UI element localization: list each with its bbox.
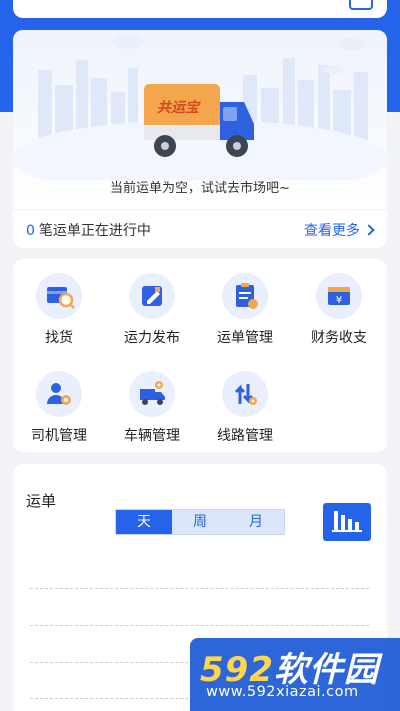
top-search-card <box>13 0 387 18</box>
chevron-right-icon <box>363 224 375 236</box>
empty-message: 当前运单为空，试试去市场吧~ <box>110 181 290 196</box>
view-more-link[interactable]: 查看更多 <box>304 220 375 240</box>
city-truck-illustration <box>13 35 387 196</box>
scan-icon[interactable] <box>349 0 373 10</box>
chart-toggle-button[interactable] <box>323 503 371 541</box>
period-tab-month[interactable]: 月 <box>228 510 284 534</box>
menu-label: 运单管理 <box>217 330 273 346</box>
menu-item-capacity-publish[interactable]: 运力发布 <box>106 259 198 346</box>
ongoing-row: 0 笔运单正在进行中 查看更多 <box>13 210 387 248</box>
svg-text:¥: ¥ <box>336 295 342 306</box>
watermark-url: www.592xiazai.com <box>206 684 359 700</box>
function-menu: 找货 运力发布 运单管理 ¥ 财务收支 司机管理 车辆管理 线路管理 <box>13 259 387 452</box>
truck-brand-logo: 共运宝 <box>157 100 199 116</box>
edit-icon <box>129 273 175 319</box>
menu-label: 运力发布 <box>124 330 180 346</box>
clipboard-icon <box>222 273 268 319</box>
truck-gear-icon <box>129 371 175 417</box>
watermark-logo: 592软件园 www.592xiazai.com <box>190 638 400 711</box>
menu-item-route-manage[interactable]: 线路管理 <box>199 357 291 444</box>
menu-item-find-goods[interactable]: 找货 <box>13 259 105 346</box>
period-segmented-control: 天 周 月 <box>115 509 285 535</box>
wallet-yen-icon: ¥ <box>316 273 362 319</box>
menu-item-waybill-manage[interactable]: 运单管理 <box>199 259 291 346</box>
menu-label: 找货 <box>45 330 73 346</box>
ongoing-count-number: 0 <box>26 223 35 239</box>
menu-item-driver-manage[interactable]: 司机管理 <box>13 357 105 444</box>
driver-gear-icon <box>36 371 82 417</box>
period-tab-week[interactable]: 周 <box>172 510 228 534</box>
menu-label: 线路管理 <box>217 428 273 444</box>
ongoing-count-label: 笔运单正在进行中 <box>38 223 151 239</box>
period-tab-day[interactable]: 天 <box>116 510 172 534</box>
menu-label: 车辆管理 <box>124 428 180 444</box>
menu-label: 司机管理 <box>31 428 87 444</box>
bar-chart-icon <box>332 511 362 532</box>
stats-title: 运单 <box>26 492 57 510</box>
view-more-label: 查看更多 <box>304 223 360 239</box>
ongoing-count-text: 0 笔运单正在进行中 <box>26 220 151 240</box>
menu-item-vehicle-manage[interactable]: 车辆管理 <box>106 357 198 444</box>
search-goods-icon <box>36 273 82 319</box>
route-arrows-icon <box>222 371 268 417</box>
chart-gridline <box>30 588 369 589</box>
empty-waybill-card: 共运宝 当前运单为空，试试去市场吧~ 0 笔运单正在进行中 查看更多 <box>13 30 387 248</box>
chart-gridline <box>30 625 369 626</box>
menu-item-finance[interactable]: ¥ 财务收支 <box>293 259 385 346</box>
menu-label: 财务收支 <box>311 330 367 346</box>
